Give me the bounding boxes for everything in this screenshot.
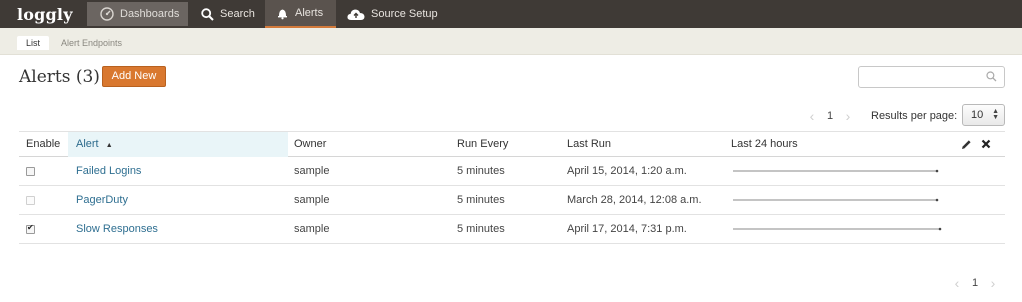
pencil-icon[interactable] xyxy=(961,139,972,153)
sort-ascending-icon: ▲ xyxy=(105,142,113,149)
column-last-24-hours: Last 24 hours xyxy=(731,138,798,150)
search-icon[interactable] xyxy=(986,71,997,85)
tab-list[interactable]: List xyxy=(17,36,49,50)
nav-alerts[interactable]: Alerts xyxy=(265,0,336,28)
pagination-top: ‹ 1 › xyxy=(805,108,855,124)
select-arrows-icon: ▲ ▼ xyxy=(992,108,999,121)
tab-alert-endpoints[interactable]: Alert Endpoints xyxy=(61,36,122,50)
owner-cell: sample xyxy=(294,223,330,235)
page-title: Alerts (3) xyxy=(19,67,100,87)
column-alert-label: Alert xyxy=(76,138,99,150)
nav-source-setup-label: Source Setup xyxy=(371,8,438,20)
enable-checkbox[interactable] xyxy=(26,167,35,176)
nav-dashboards-label: Dashboards xyxy=(120,8,180,20)
chevron-right-icon[interactable]: › xyxy=(841,108,855,124)
run-every-cell: 5 minutes xyxy=(457,194,505,206)
enable-checkbox[interactable] xyxy=(26,196,35,205)
results-per-page-label: Results per page: xyxy=(871,110,958,122)
pagination-bottom: ‹ 1 › xyxy=(950,275,1000,291)
search-field[interactable] xyxy=(858,66,1005,88)
close-icon[interactable] xyxy=(981,139,991,153)
add-new-button[interactable]: Add New xyxy=(102,66,166,87)
cloud-upload-icon xyxy=(347,8,365,21)
run-every-cell: 5 minutes xyxy=(457,165,505,177)
column-alert[interactable]: Alert ▲ xyxy=(68,132,288,157)
dashboard-gauge-icon xyxy=(100,7,114,21)
run-every-cell: 5 minutes xyxy=(457,223,505,235)
column-owner[interactable]: Owner xyxy=(294,132,326,157)
alert-name-link[interactable]: Failed Logins xyxy=(76,157,141,185)
nav-search-label: Search xyxy=(220,8,255,20)
top-nav: loggly Dashboards Search Alerts Source S… xyxy=(0,0,1022,28)
results-per-page-select[interactable]: 10 ▲ ▼ xyxy=(962,104,1005,126)
header-actions xyxy=(961,139,991,153)
nav-search[interactable]: Search xyxy=(188,0,265,28)
search-icon xyxy=(201,7,214,21)
nav-source-setup[interactable]: Source Setup xyxy=(336,0,448,28)
owner-cell: sample xyxy=(294,165,330,177)
sparkline xyxy=(733,169,939,173)
logo[interactable]: loggly xyxy=(0,0,87,28)
alert-name-link[interactable]: Slow Responses xyxy=(76,215,158,243)
results-per-page-value: 10 xyxy=(971,109,984,121)
search-input[interactable] xyxy=(859,67,979,87)
table-row: Slow Responses sample 5 minutes April 17… xyxy=(19,215,1005,244)
sub-nav: List Alert Endpoints xyxy=(0,28,1022,55)
column-run-every[interactable]: Run Every xyxy=(457,132,508,157)
enable-checkbox[interactable] xyxy=(26,223,35,234)
alerts-table: Enable Alert ▲ Owner Run Every Last Run … xyxy=(19,131,1005,244)
alert-name-link[interactable]: PagerDuty xyxy=(76,186,128,214)
bell-icon xyxy=(276,7,289,20)
current-page: 1 xyxy=(826,110,834,122)
current-page: 1 xyxy=(971,277,979,289)
nav-dashboards[interactable]: Dashboards xyxy=(87,2,188,26)
sparkline xyxy=(733,227,942,231)
table-row: PagerDuty sample 5 minutes March 28, 201… xyxy=(19,186,1005,215)
column-last-run[interactable]: Last Run xyxy=(567,132,611,157)
sparkline xyxy=(733,198,939,202)
chevron-right-icon[interactable]: › xyxy=(986,275,1000,291)
last-run-cell: March 28, 2014, 12:08 a.m. xyxy=(567,194,702,206)
chevron-left-icon[interactable]: ‹ xyxy=(805,108,819,124)
column-enable: Enable xyxy=(26,138,61,150)
table-header: Enable Alert ▲ Owner Run Every Last Run … xyxy=(19,131,1005,157)
table-row: Failed Logins sample 5 minutes April 15,… xyxy=(19,157,1005,186)
last-run-cell: April 15, 2014, 1:20 a.m. xyxy=(567,165,687,177)
owner-cell: sample xyxy=(294,194,330,206)
last-run-cell: April 17, 2014, 7:31 p.m. xyxy=(567,223,687,235)
chevron-left-icon[interactable]: ‹ xyxy=(950,275,964,291)
nav-alerts-label: Alerts xyxy=(295,7,324,19)
